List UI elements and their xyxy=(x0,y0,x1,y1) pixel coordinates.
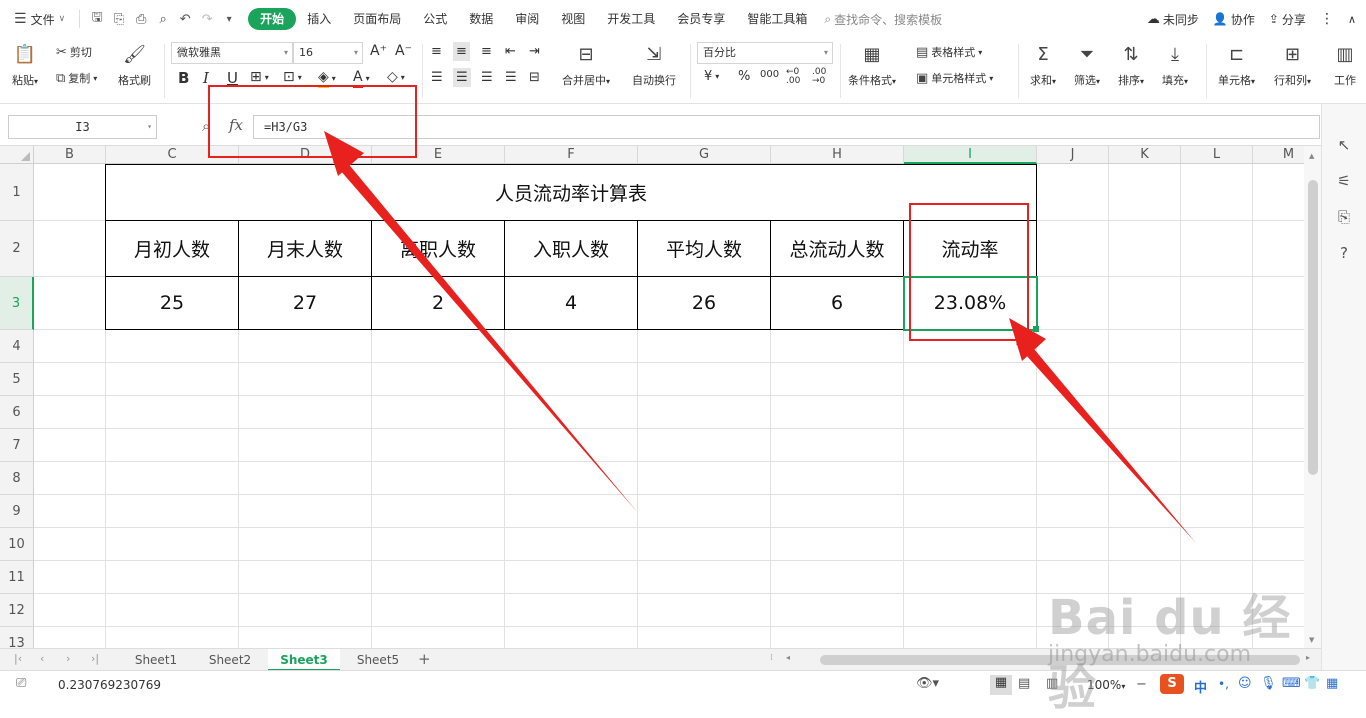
annotation-arrow-shaft xyxy=(333,155,638,513)
annotation-arrows xyxy=(324,131,1196,543)
annotation-arrow-shaft xyxy=(1016,337,1196,543)
annotation-arrow-head xyxy=(324,131,364,176)
annotation-arrow-head xyxy=(1009,318,1046,361)
